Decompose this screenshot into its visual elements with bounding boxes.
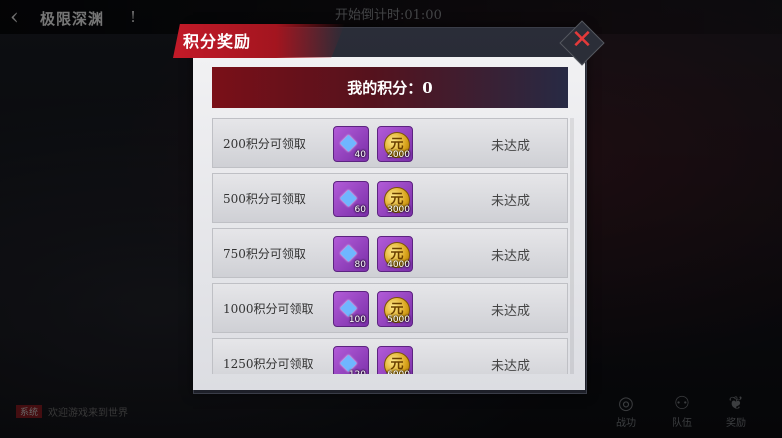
reward-status: 未达成 (491, 304, 531, 319)
reward-row: 200积分可领取 ◆ 40 元 2000 未达成 (212, 118, 568, 168)
reward-threshold-label: 1250积分可领取 (223, 357, 314, 371)
coin-quantity: 4000 (387, 260, 410, 270)
dialog-title: 积分奖励 (183, 32, 252, 51)
coin-quantity: 3000 (387, 205, 410, 215)
coin-reward-item[interactable]: 元 5000 (377, 291, 413, 327)
coin-quantity: 6000 (387, 370, 410, 374)
reward-row: 750积分可领取 ◆ 80 元 4000 未达成 (212, 228, 568, 278)
reward-row: 500积分可领取 ◆ 60 元 3000 未达成 (212, 173, 568, 223)
reward-threshold-label: 1000积分可领取 (223, 302, 314, 316)
my-score-label: 我的积分：0 (347, 79, 433, 97)
coin-reward-item[interactable]: 元 6000 (377, 346, 413, 374)
reward-list-scrollbar[interactable] (570, 118, 574, 374)
reward-threshold-label: 500积分可领取 (223, 192, 306, 206)
gem-quantity: 100 (348, 315, 366, 325)
coin-reward-item[interactable]: 元 3000 (377, 181, 413, 217)
coin-reward-item[interactable]: 元 2000 (377, 126, 413, 162)
gem-quantity: 80 (354, 260, 366, 270)
reward-threshold-label: 750积分可领取 (223, 247, 306, 261)
close-icon[interactable]: ✕ (566, 24, 598, 56)
my-score-banner: 我的积分：0 (212, 67, 568, 108)
gem-reward-item[interactable]: ◆ 60 (333, 181, 369, 217)
reward-status: 未达成 (491, 194, 531, 209)
reward-status: 未达成 (491, 139, 531, 154)
coin-quantity: 5000 (387, 315, 410, 325)
gem-quantity: 40 (354, 150, 366, 160)
reward-status: 未达成 (491, 359, 531, 374)
reward-row: 1250积分可领取 ◆ 120 元 6000 未达成 (212, 338, 568, 374)
coin-quantity: 2000 (387, 150, 410, 160)
reward-threshold-label: 200积分可领取 (223, 137, 306, 151)
gem-reward-item[interactable]: ◆ 120 (333, 346, 369, 374)
gem-reward-item[interactable]: ◆ 80 (333, 236, 369, 272)
gem-quantity: 120 (349, 370, 366, 374)
gem-quantity: 60 (354, 205, 366, 215)
reward-row: 1000积分可领取 ◆ 100 元 5000 未达成 (212, 283, 568, 333)
reward-list[interactable]: 200积分可领取 ◆ 40 元 2000 未达成 500积分可领取 ◆ 60 元… (212, 118, 568, 374)
reward-status: 未达成 (491, 249, 531, 264)
gem-reward-item[interactable]: ◆ 40 (333, 126, 369, 162)
gem-reward-item[interactable]: ◆ 100 (333, 291, 369, 327)
coin-reward-item[interactable]: 元 4000 (377, 236, 413, 272)
